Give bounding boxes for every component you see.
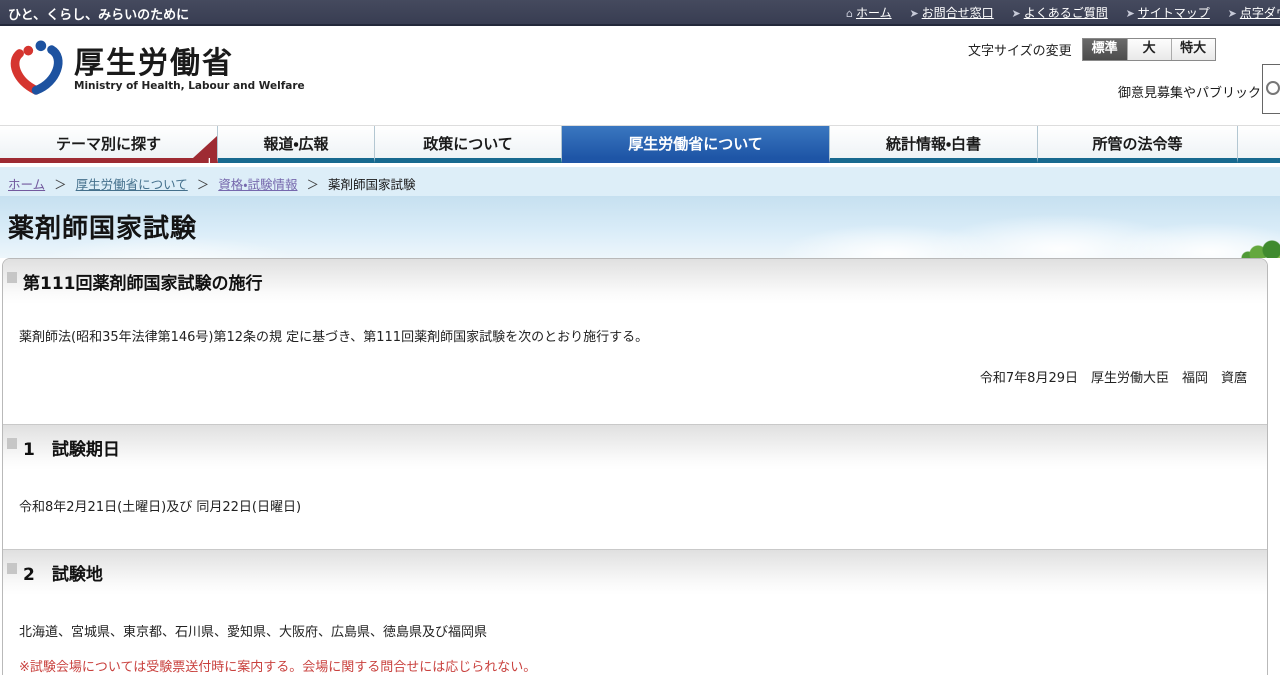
breadcrumb-qualifications[interactable]: 資格・試験情報 xyxy=(218,177,297,192)
breadcrumb-current: 薬剤師国家試験 xyxy=(328,177,416,192)
nav-tab-policy[interactable]: 政策について xyxy=(375,126,562,163)
logo-subtitle: Ministry of Health, Labour and Welfare xyxy=(74,80,305,92)
font-size-control: 文字サイズの変更 標準 大 特大 xyxy=(968,38,1216,61)
breadcrumb-separator: ＞ xyxy=(307,177,320,192)
nav-tab-label: テーマ別に探す xyxy=(56,135,161,153)
minister-signoff: 令和7年8月29日 厚生労働大臣 福岡 資麿 xyxy=(3,367,1267,386)
top-link-braille-download[interactable]: 点字ダウンロード xyxy=(1240,6,1280,20)
mhlw-logo-icon xyxy=(8,38,66,100)
nav-tab-statistics[interactable]: 統計情報・白書 xyxy=(830,126,1038,163)
top-link-sitemap[interactable]: サイトマップ xyxy=(1138,6,1210,20)
logo-text: 厚生労働省 Ministry of Health, Labour and Wel… xyxy=(74,47,305,92)
breadcrumb-about-mhlw[interactable]: 厚生労働省について xyxy=(76,177,188,192)
breadcrumb-home[interactable]: ホーム xyxy=(8,177,45,192)
font-size-xlarge-button[interactable]: 特大 xyxy=(1171,39,1215,60)
font-size-label: 文字サイズの変更 xyxy=(968,40,1072,59)
page-title-band: 薬剤師国家試験 xyxy=(0,196,1280,258)
nav-tab-themes[interactable]: テーマ別に探す ↓ xyxy=(0,126,218,163)
spacer xyxy=(3,386,1267,424)
exam-date-body: 令和8年2月21日(土曜日)及び 同月22日(日曜日) xyxy=(3,496,1267,515)
mhlw-logo[interactable]: 厚生労働省 Ministry of Health, Labour and Wel… xyxy=(8,38,305,100)
arrow-bullet-icon: ➤ xyxy=(1228,7,1237,20)
site-header: 厚生労働省 Ministry of Health, Labour and Wel… xyxy=(0,26,1280,125)
font-size-standard-button[interactable]: 標準 xyxy=(1083,39,1127,60)
main-content: 第111回薬剤師国家試験の施行 薬剤師法(昭和35年法律第146号)第12条の規… xyxy=(2,258,1268,675)
nav-tab-spacer xyxy=(1238,126,1280,163)
red-corner-triangle xyxy=(193,136,217,158)
top-utility-links: ⌂ホーム ➤お問合せ窓口 ➤よくあるご質問 ➤サイトマップ ➤点字ダウンロード xyxy=(846,4,1280,21)
font-size-buttons: 標準 大 特大 xyxy=(1082,38,1216,61)
nav-tab-laws[interactable]: 所管の法令等 xyxy=(1038,126,1238,163)
arrow-bullet-icon: ➤ xyxy=(909,7,918,20)
nav-tab-label: 厚生労働省について xyxy=(628,135,763,153)
nav-tab-label: 政策について xyxy=(423,135,513,153)
exam-venue-note: ※試験会場については受験票送付時に案内する。会場に関する問合せには応じられない。 xyxy=(3,656,1267,675)
trees-decoration xyxy=(1210,234,1280,258)
nav-tab-press[interactable]: 報道・広報 xyxy=(218,126,375,163)
section-heading-exam-date: 1 試験期日 xyxy=(3,424,1267,470)
breadcrumb-separator: ＞ xyxy=(197,177,210,192)
top-utility-bar: ひと、くらし、みらいのために ⌂ホーム ➤お問合せ窓口 ➤よくあるご質問 ➤サイ… xyxy=(0,0,1280,26)
exam-announcement-body: 薬剤師法(昭和35年法律第146号)第12条の規 定に基づき、第111回薬剤師国… xyxy=(3,326,1267,345)
down-arrow-icon: ↓ xyxy=(205,157,214,168)
arrow-bullet-icon: ➤ xyxy=(1012,7,1021,20)
nav-tab-about-mhlw[interactable]: 厚生労働省について xyxy=(562,126,830,163)
top-link-contact[interactable]: お問合せ窓口 xyxy=(922,6,994,20)
font-size-large-button[interactable]: 大 xyxy=(1127,39,1171,60)
section-heading-exam-locations: 2 試験地 xyxy=(3,549,1267,595)
section-heading-exam-announcement: 第111回薬剤師国家試験の施行 xyxy=(3,259,1267,304)
main-nav: テーマ別に探す ↓ 報道・広報 政策について 厚生労働省について 統計情報・白書… xyxy=(0,125,1280,167)
search-box-partial[interactable] xyxy=(1262,64,1280,114)
arrow-bullet-icon: ➤ xyxy=(1126,7,1135,20)
nav-tab-label: 所管の法令等 xyxy=(1092,135,1182,153)
page-title: 薬剤師国家試験 xyxy=(8,208,197,245)
logo-title: 厚生労働省 xyxy=(74,47,305,80)
breadcrumb: ホーム ＞ 厚生労働省について ＞ 資格・試験情報 ＞ 薬剤師国家試験 xyxy=(0,167,1280,196)
exam-locations-body: 北海道、宮城県、東京都、石川県、愛知県、大阪府、広島県、徳島県及び福岡県 xyxy=(3,621,1267,640)
nav-tab-label: 報道・広報 xyxy=(263,135,328,153)
home-icon: ⌂ xyxy=(846,7,853,20)
nav-tab-label: 統計情報・白書 xyxy=(886,135,981,153)
site-tagline: ひと、くらし、みらいのために xyxy=(8,4,189,23)
magnifier-icon xyxy=(1266,81,1280,95)
top-link-faq[interactable]: よくあるご質問 xyxy=(1024,6,1108,20)
breadcrumb-separator: ＞ xyxy=(54,177,67,192)
top-link-home[interactable]: ホーム xyxy=(856,6,892,20)
public-comment-link[interactable]: 御意見募集やパブリックコメント xyxy=(1118,82,1280,101)
